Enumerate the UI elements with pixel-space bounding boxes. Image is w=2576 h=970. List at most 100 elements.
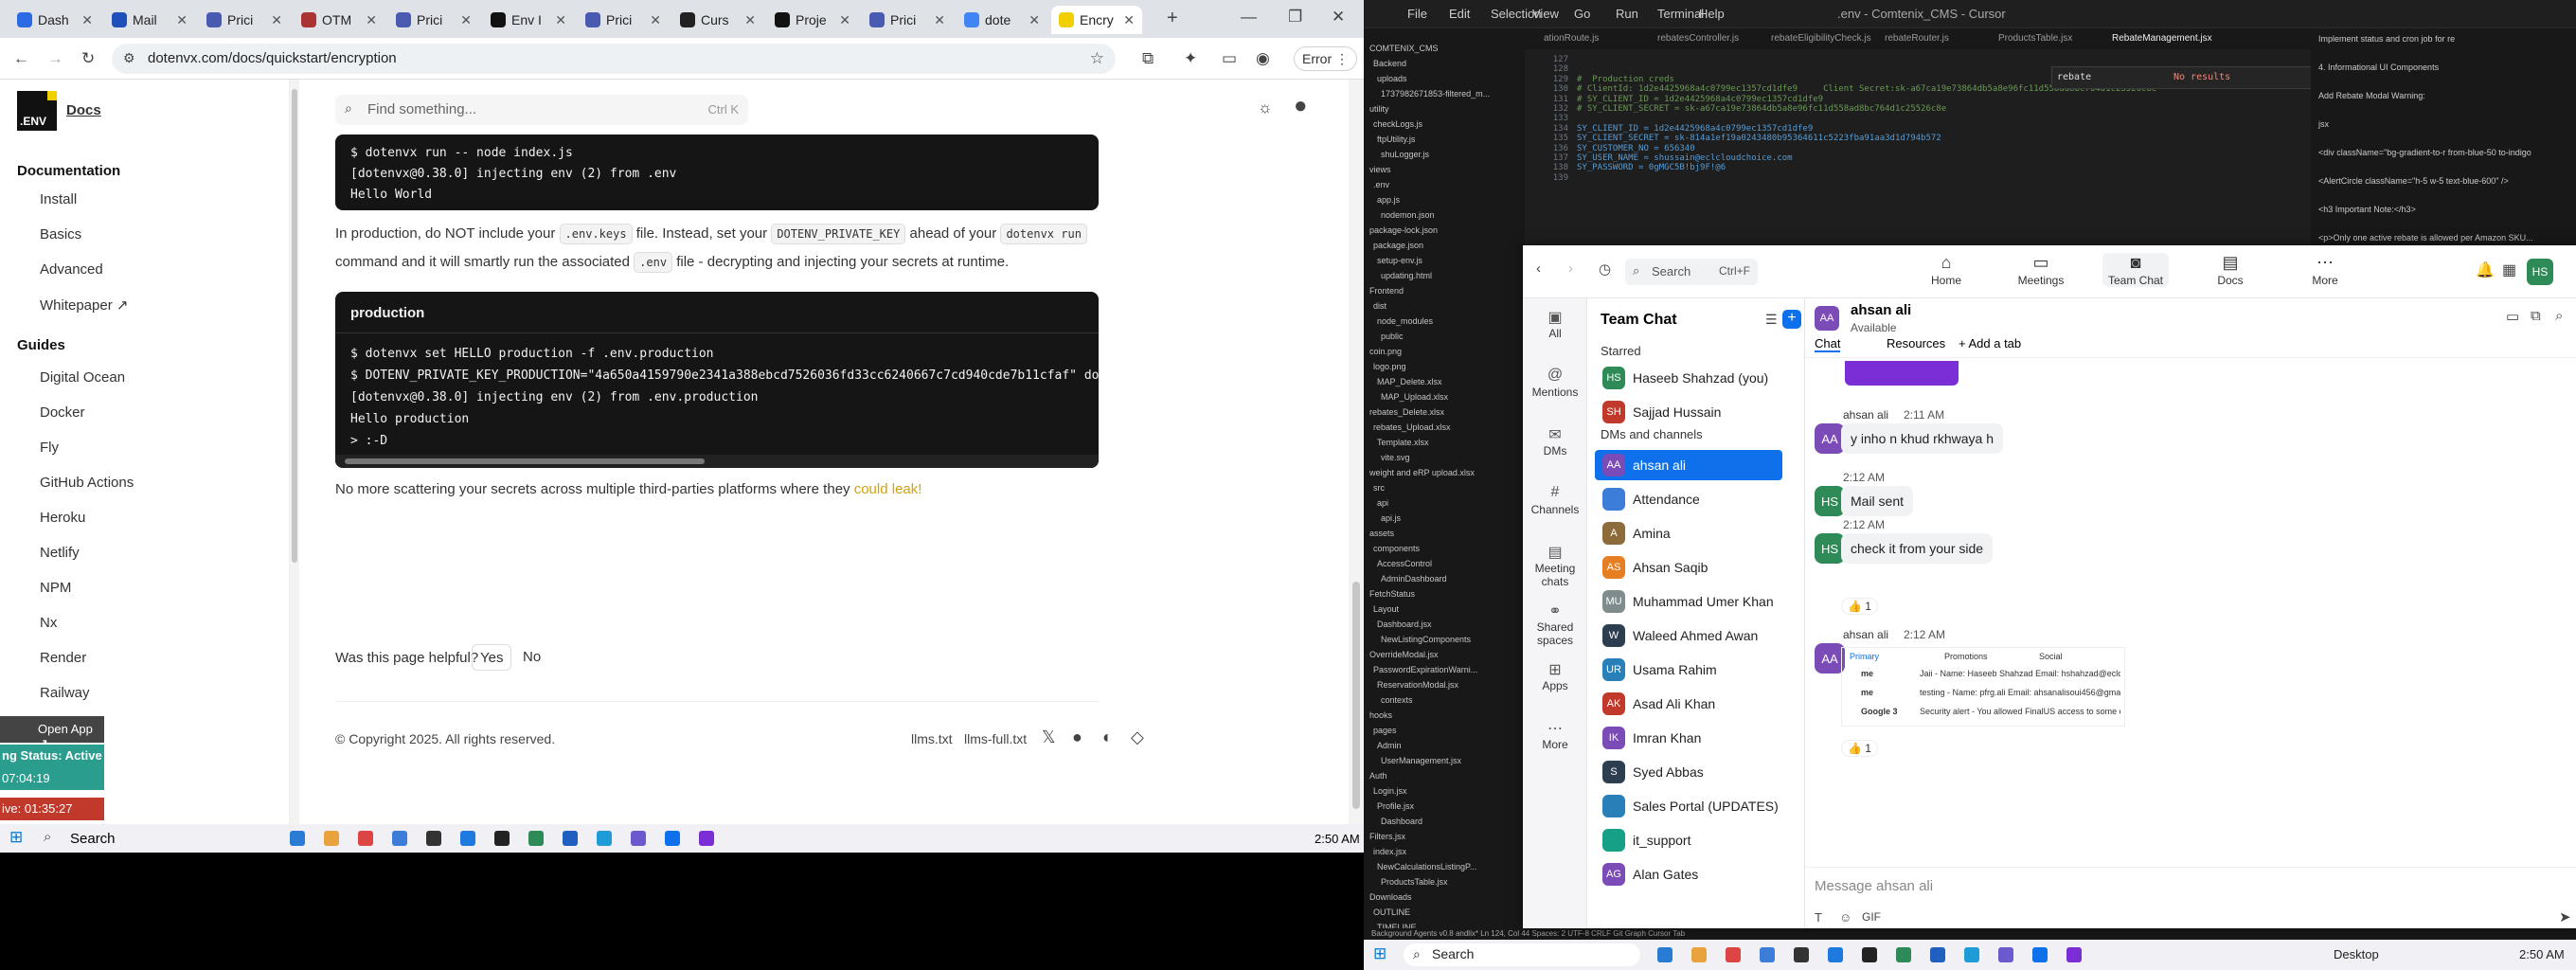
dms-section[interactable]: DMs and channels (1601, 427, 1703, 441)
tab-close-icon[interactable]: ✕ (555, 12, 566, 28)
rail-shared-spaces[interactable]: ⚭ Shared spaces (1523, 602, 1587, 647)
zoom-search-input[interactable]: ⌕ Search Ctrl+F (1625, 259, 1758, 285)
explorer-item[interactable]: dist (1373, 301, 1386, 311)
explorer-item[interactable]: AdminDashboard (1381, 574, 1447, 584)
tab-close-icon[interactable]: ✕ (1029, 12, 1040, 28)
chat-row[interactable]: AA ahsan ali (1595, 450, 1782, 480)
taskbar-app-icon[interactable] (426, 831, 441, 846)
explorer-item[interactable]: Login.jsx (1373, 786, 1407, 796)
taskbar-app-icon[interactable] (597, 831, 612, 846)
feedback-no-button[interactable]: No (515, 644, 548, 671)
explorer-item[interactable]: PasswordExpirationWarni... (1373, 665, 1477, 674)
nav-team-chat[interactable]: ◙ Team Chat (2102, 253, 2169, 287)
tab-close-icon[interactable]: ✕ (839, 12, 850, 28)
explorer-item[interactable]: setup-env.js (1377, 256, 1422, 265)
taskbar-app-icon[interactable] (528, 831, 544, 846)
menu-item[interactable]: File (1407, 7, 1427, 21)
new-chat-button[interactable]: + (1782, 310, 1801, 329)
explorer-item[interactable]: Layout (1373, 604, 1399, 614)
sidebar-item[interactable]: Netlify (40, 545, 80, 561)
taskbar-app-icon[interactable] (1862, 947, 1877, 962)
explorer-item[interactable]: Backend (1373, 59, 1406, 68)
tab-close-icon[interactable]: ✕ (81, 12, 93, 28)
page-scrollbar[interactable] (1349, 80, 1364, 824)
send-icon[interactable]: ➤ (2559, 908, 2571, 925)
rail-apps[interactable]: ⊞ Apps (1523, 660, 1587, 692)
explorer-item[interactable]: uploads (1377, 74, 1407, 83)
explorer-item[interactable]: ProductsTable.jsx (1381, 877, 1448, 887)
sidebar-item[interactable]: NPM (40, 580, 71, 596)
explorer-item[interactable]: weight and eRP upload.xlsx (1369, 468, 1475, 477)
explorer-item[interactable]: contexts (1381, 695, 1413, 705)
explorer-item[interactable]: FetchStatus (1369, 589, 1415, 599)
nav-home[interactable]: ⌂ Home (1913, 253, 1979, 287)
format-icon[interactable]: T (1815, 910, 1822, 925)
explorer-item[interactable]: api.js (1381, 513, 1401, 523)
open-app-button[interactable]: Open App ↗ (0, 716, 104, 750)
close-icon[interactable]: ✕ (1332, 8, 1345, 27)
chat-row[interactable]: AG Alan Gates (1595, 859, 1782, 889)
editor-tab[interactable]: rebateRouter.js (1885, 33, 1949, 44)
explorer-item[interactable]: package-lock.json (1369, 225, 1438, 235)
calendar-icon[interactable]: ▦ (2502, 260, 2516, 279)
extensions-icon[interactable]: ⧉ (1142, 49, 1154, 68)
explorer-item[interactable]: coin.png (1369, 347, 1402, 356)
message-input[interactable]: Message ahsan ali (1815, 878, 1933, 894)
explorer-item[interactable]: ftpUtility.js (1377, 135, 1415, 144)
explorer-item[interactable]: index.jsx (1373, 847, 1406, 856)
editor-tab[interactable]: rebateEligibilityCheck.js (1771, 33, 1871, 44)
explorer-item[interactable]: vite.svg (1381, 453, 1410, 462)
tab-close-icon[interactable]: ✕ (366, 12, 377, 28)
explorer-item[interactable]: MAP_Upload.xlsx (1381, 392, 1448, 402)
zoom-user-avatar[interactable]: HS (2527, 259, 2553, 285)
chat-row[interactable]: it_support (1595, 825, 1782, 855)
explorer-item[interactable]: 1737982671853-filtered_m... (1381, 89, 1490, 99)
zoom-back-icon[interactable]: ‹ (1536, 260, 1541, 277)
taskbar-search-2[interactable]: ⌕ Search (1404, 943, 1640, 966)
bookmark-star-icon[interactable]: ☆ (1090, 49, 1104, 68)
menu-item[interactable]: View (1532, 7, 1559, 21)
reaction[interactable]: 👍 1 (1841, 598, 1878, 615)
menu-item[interactable]: Terminal (1657, 7, 1704, 21)
chat-row[interactable]: Sales Portal (UPDATES) (1595, 791, 1782, 821)
sidebar-item[interactable]: Advanced (40, 261, 103, 278)
explorer-item[interactable]: UserManagement.jsx (1381, 756, 1461, 765)
feedback-yes-button[interactable]: Yes (472, 644, 512, 671)
sidebar-item[interactable]: Whitepaper ↗ (40, 296, 128, 314)
nav-more[interactable]: ⋯ More (2292, 253, 2358, 287)
rail-channels[interactable]: # Channels (1523, 484, 1587, 516)
explorer-item[interactable]: Template.xlsx (1377, 438, 1429, 447)
taskbar-app-icon[interactable] (1760, 947, 1775, 962)
could-leak-link[interactable]: could leak! (854, 481, 922, 497)
chat-search-icon[interactable]: ⌕ (2555, 308, 2563, 324)
menu-item[interactable]: Edit (1449, 7, 1470, 21)
code-editor[interactable]: 127 128 129 # Production creds 130 # ClientId… (1525, 49, 2320, 248)
browser-tab[interactable]: Prici ✕ (199, 6, 290, 34)
minimize-icon[interactable]: — (1241, 8, 1257, 27)
tab-close-icon[interactable]: ✕ (1123, 12, 1135, 28)
zoom-forward-icon[interactable]: › (1568, 260, 1573, 277)
chat-tab[interactable]: + Add a tab (1959, 336, 2021, 350)
rail-more[interactable]: ⋯ More (1523, 719, 1587, 751)
chat-row[interactable]: UR Usama Rahim (1595, 655, 1782, 685)
taskbar-search-label[interactable]: Search (70, 831, 116, 847)
explorer-item[interactable]: Filters.jsx (1369, 832, 1405, 841)
puzzle-icon[interactable]: ✦ (1184, 49, 1197, 68)
explorer-item[interactable]: utility (1369, 104, 1389, 114)
sidebar-item[interactable]: Render (40, 650, 86, 666)
sidebar-item[interactable]: Install (40, 191, 77, 207)
menu-item[interactable]: Go (1574, 7, 1590, 21)
github-icon[interactable]: ● (1294, 93, 1308, 119)
editor-tab[interactable]: rebatesController.js (1657, 33, 1739, 44)
taskbar-app-icon[interactable] (1998, 947, 2013, 962)
cast-icon[interactable]: ▭ (1222, 49, 1237, 68)
find-widget[interactable]: rebate No results (2051, 66, 2320, 89)
starred-section[interactable]: Starred (1601, 344, 1641, 358)
rail-mentions[interactable]: @ Mentions (1523, 367, 1587, 399)
editor-tab[interactable]: RebateManagement.jsx (2112, 33, 2212, 44)
editor-tab[interactable]: ationRoute.js (1544, 33, 1599, 44)
chat-row[interactable]: S Syed Abbas (1595, 757, 1782, 787)
explorer-item[interactable]: nodemon.json (1381, 210, 1435, 220)
video-icon[interactable]: ▭ (2506, 308, 2519, 325)
explorer-item[interactable]: src (1373, 483, 1385, 493)
